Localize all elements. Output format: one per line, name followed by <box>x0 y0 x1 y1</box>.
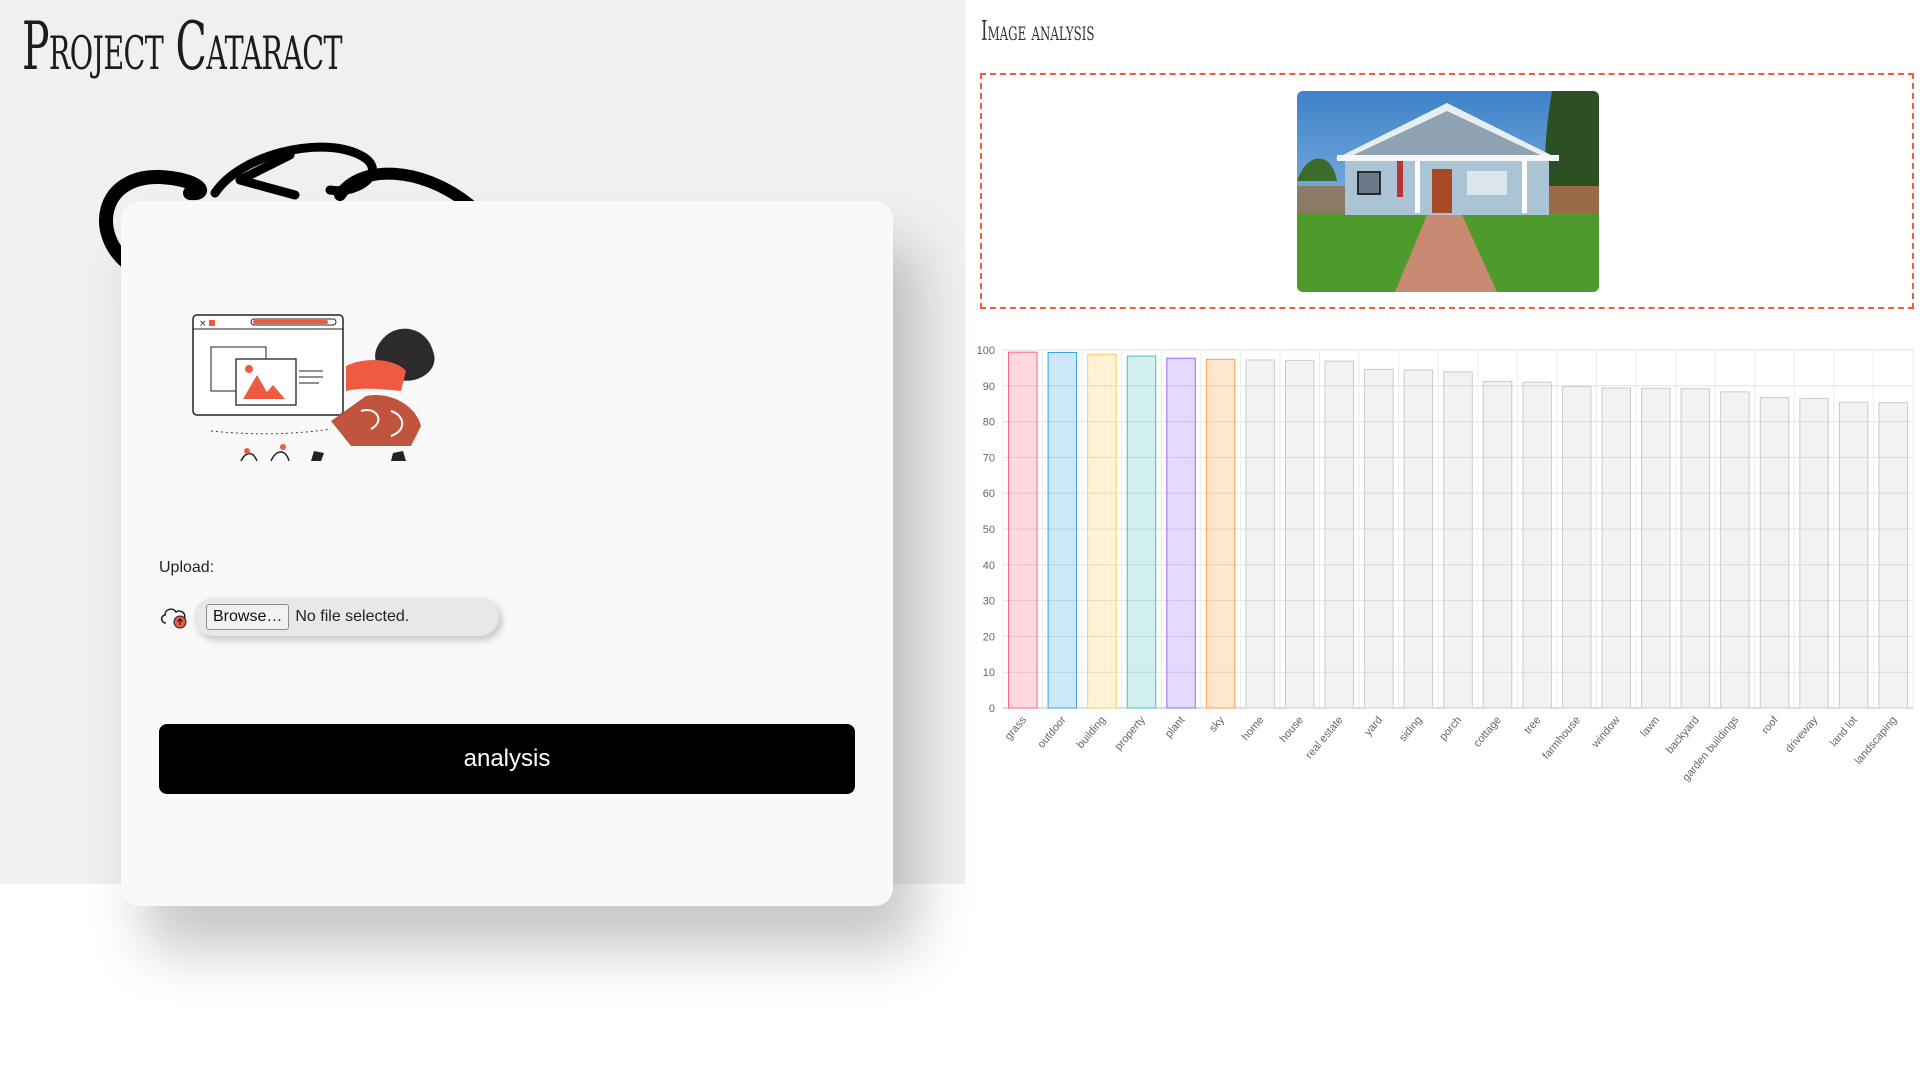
bar-farmhouse[interactable] <box>1561 386 1592 709</box>
browse-button[interactable]: Browse… <box>206 604 290 630</box>
bar-cottage[interactable] <box>1482 381 1513 709</box>
y-tick-label: 100 <box>977 345 995 357</box>
chart-x-axis: grass outdoor building property plant sky home… <box>1003 714 1900 784</box>
bar-sky[interactable] <box>1205 358 1236 709</box>
bar-roof[interactable] <box>1759 397 1790 709</box>
y-tick-label: 90 <box>983 381 995 393</box>
x-tick-label: grass <box>1003 714 1030 743</box>
upload-label: Upload: <box>159 559 215 576</box>
bar-window[interactable] <box>1601 387 1632 709</box>
x-tick-label: property <box>1113 714 1148 753</box>
bar-property[interactable] <box>1126 355 1157 709</box>
y-tick-label: 80 <box>983 417 995 429</box>
x-tick-label: land lot <box>1828 714 1860 749</box>
file-status-text: No file selected. <box>295 608 410 625</box>
bar-backyard[interactable] <box>1680 388 1711 709</box>
y-tick-label: 60 <box>983 488 995 500</box>
chart-y-axis: 0 10 20 30 40 50 60 70 80 90 100 <box>977 345 995 715</box>
file-input[interactable]: Browse… No file selected. <box>194 598 499 636</box>
x-tick-label: roof <box>1759 714 1781 737</box>
x-tick-label: backyard <box>1664 714 1702 756</box>
site-title: Project Cataract <box>22 8 343 85</box>
x-tick-label: building <box>1075 714 1109 751</box>
uploaded-house-image <box>1297 91 1599 292</box>
x-tick-label: plant <box>1163 714 1188 740</box>
y-tick-label: 0 <box>989 703 995 715</box>
bar-land-lot[interactable] <box>1838 401 1869 709</box>
bar-home[interactable] <box>1245 359 1275 709</box>
bar-siding[interactable] <box>1403 369 1434 709</box>
bar-yard[interactable] <box>1364 368 1394 709</box>
x-tick-label: sky <box>1207 714 1227 735</box>
x-tick-label: cottage <box>1471 714 1503 749</box>
file-upload-row: Browse… No file selected. <box>159 598 499 636</box>
y-tick-label: 40 <box>983 560 995 572</box>
x-tick-label: siding <box>1397 714 1425 744</box>
cloud-upload-icon <box>160 608 187 629</box>
y-tick-label: 20 <box>983 631 995 643</box>
bar-tree[interactable] <box>1522 381 1552 709</box>
x-tick-label: lawn <box>1638 714 1662 739</box>
analysis-button[interactable]: analysis <box>159 724 855 794</box>
bar-building[interactable] <box>1087 353 1117 709</box>
bar-landscaping[interactable] <box>1878 402 1908 709</box>
x-tick-label: real estate <box>1303 714 1345 761</box>
bar-outdoor[interactable] <box>1047 352 1078 709</box>
image-preview-area <box>980 73 1914 309</box>
x-tick-label: driveway <box>1783 714 1820 755</box>
bar-driveway[interactable] <box>1799 397 1829 709</box>
x-tick-label: tree <box>1522 714 1543 736</box>
bar-house[interactable] <box>1284 359 1315 709</box>
x-tick-label: yard <box>1362 714 1385 738</box>
bar-garden-buildings[interactable] <box>1720 391 1750 709</box>
results-title: Image analysis <box>981 16 1095 47</box>
bar-porch[interactable] <box>1443 371 1473 709</box>
x-tick-label: house <box>1278 714 1306 745</box>
bar-grass[interactable] <box>1008 351 1038 709</box>
x-tick-label: outdoor <box>1035 714 1068 751</box>
upload-illustration: × <box>192 314 435 462</box>
svg-text:×: × <box>199 319 207 329</box>
y-tick-label: 50 <box>983 524 995 536</box>
tag-confidence-chart: 0 10 20 30 40 50 60 70 80 90 100 grass outdoor build… <box>977 345 1914 784</box>
y-tick-label: 30 <box>983 596 995 608</box>
x-tick-label: window <box>1589 714 1622 751</box>
upload-card: × Upload: Browse… No file selected. anal… <box>121 201 893 906</box>
x-tick-label: porch <box>1437 714 1464 743</box>
bar-lawn[interactable] <box>1641 387 1671 709</box>
y-tick-label: 10 <box>983 667 995 679</box>
x-tick-label: home <box>1240 714 1267 743</box>
bar-real-estate[interactable] <box>1324 360 1355 709</box>
chart-bars <box>1008 351 1908 709</box>
bar-plant[interactable] <box>1166 357 1196 709</box>
x-tick-label: farmhouse <box>1540 714 1583 762</box>
y-tick-label: 70 <box>983 452 995 464</box>
